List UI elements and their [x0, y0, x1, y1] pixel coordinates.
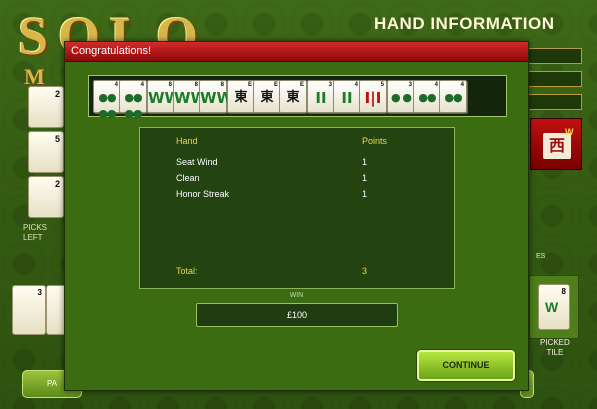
tile-index: 8	[194, 82, 198, 88]
hand-info-slot-3	[528, 94, 582, 110]
hand-row-points: 1	[362, 189, 368, 199]
tile-face: II	[341, 89, 353, 107]
hand-row-name: Seat Wind	[176, 157, 218, 167]
hand-row-points: 1	[362, 173, 368, 183]
hand-row-name: Clean	[176, 173, 200, 183]
tile-face: II	[315, 89, 327, 107]
points-column-header: Points	[362, 136, 388, 146]
dialog-title: Congratulations!	[71, 45, 152, 57]
score-panel: Hand Points Seat Wind 1 Clean 1 Honor St…	[139, 127, 455, 289]
tile-index: E	[273, 82, 278, 88]
hand-tile: 4 ●● ●●	[119, 80, 147, 120]
tile-index: 3	[408, 82, 412, 88]
tile-face: I|I	[364, 89, 382, 107]
tile-index: 8	[168, 82, 172, 88]
hand-tile: 3 ● ●	[387, 80, 415, 113]
hand-info-slot-2	[528, 71, 582, 87]
hand-column-header: Hand	[176, 136, 198, 146]
hand-information-title: HAND INFORMATION	[374, 14, 555, 33]
hand-tile: E東	[227, 80, 255, 113]
tile-index: 4	[460, 82, 464, 88]
hand-info-slot-1	[528, 48, 582, 64]
side-tile-number: 2	[54, 89, 60, 99]
tile-face: WW	[200, 89, 234, 107]
tile-face: WW	[174, 89, 208, 107]
tile-face: 東	[260, 90, 274, 105]
picked-tile-index: 8	[561, 287, 566, 296]
tile-face: 東	[234, 90, 248, 105]
right-side-label: ES	[536, 253, 546, 260]
picked-tile-frame: 8 W	[529, 275, 579, 339]
tile-index: 4	[434, 82, 438, 88]
win-amount: £100	[196, 303, 398, 327]
total-label: Total:	[176, 266, 198, 276]
total-value: 3	[362, 266, 368, 276]
tile-index: E	[299, 82, 304, 88]
congratulations-dialog: Congratulations! 4 ●● ●● 4 ●● ●● 8 WW 8 WW 8 WW E 東…	[64, 41, 529, 391]
continue-button-label: CONTINUE	[442, 360, 490, 370]
hand-tile: 4 II	[333, 80, 361, 113]
bottom-tile: 3	[12, 285, 46, 335]
hand-tile: E東	[279, 80, 307, 113]
hand-tile: 8 WW	[199, 80, 234, 113]
hand-tile: 8 WW	[147, 80, 182, 113]
picks-left-stack: 2 5 2	[28, 86, 64, 221]
hand-tile: 3 II	[307, 80, 335, 113]
side-tile: 2	[28, 176, 64, 218]
hand-tile: 8 WW	[173, 80, 208, 113]
tile-index: 4	[114, 82, 118, 88]
tile-face: WW	[148, 89, 182, 107]
bottom-left-button-label: PA	[46, 379, 58, 388]
side-tile-number: 2	[54, 179, 60, 189]
tile-face: ●●	[444, 91, 462, 104]
hand-row-name: Honor Streak	[176, 189, 230, 199]
seat-wind-tile: 西 W	[530, 118, 582, 170]
hand-tile: 4 ●● ●●	[93, 80, 121, 120]
picked-tile-label: PICKED TILE	[540, 338, 570, 357]
hand-tile: 4 ●●	[439, 80, 467, 113]
dialog-header: Congratulations!	[65, 42, 528, 62]
hand-row-points: 1	[362, 157, 368, 167]
tile-face: ● ●	[390, 91, 412, 104]
tile-index: 4	[140, 82, 144, 88]
tile-face: ●●	[418, 91, 436, 104]
side-tile: 5	[28, 131, 64, 173]
tile-index: 3	[328, 82, 332, 88]
picked-tile: 8 W	[538, 284, 570, 330]
side-tile: 2	[28, 86, 64, 128]
hand-tile: 4 ●●	[413, 80, 441, 113]
tile-face: ●● ●●	[98, 91, 116, 120]
picked-tile-face: W	[545, 299, 559, 315]
tile-index: E	[247, 82, 252, 88]
tile-index: 5	[380, 82, 384, 88]
continue-button[interactable]: CONTINUE	[417, 350, 515, 381]
hand-tile: 5 I|I	[359, 80, 387, 113]
west-wind-tag: W	[565, 127, 574, 137]
tile-face: 東	[286, 90, 300, 105]
win-label: WIN	[289, 292, 304, 299]
tile-index: 8	[220, 82, 224, 88]
hand-tile: E東	[253, 80, 281, 113]
tile-face: ●● ●●	[124, 91, 142, 120]
bottom-tile-index: 3	[37, 288, 42, 297]
picks-left-label: PICKS LEFT	[23, 223, 48, 242]
winning-hand-tiles: 4 ●● ●● 4 ●● ●● 8 WW 8 WW 8 WW E 東 E 東 E 東 3 II 4 II 5 I|I 3 ● …	[88, 75, 507, 120]
side-tile-number: 5	[54, 134, 60, 144]
tile-index: 4	[354, 82, 358, 88]
